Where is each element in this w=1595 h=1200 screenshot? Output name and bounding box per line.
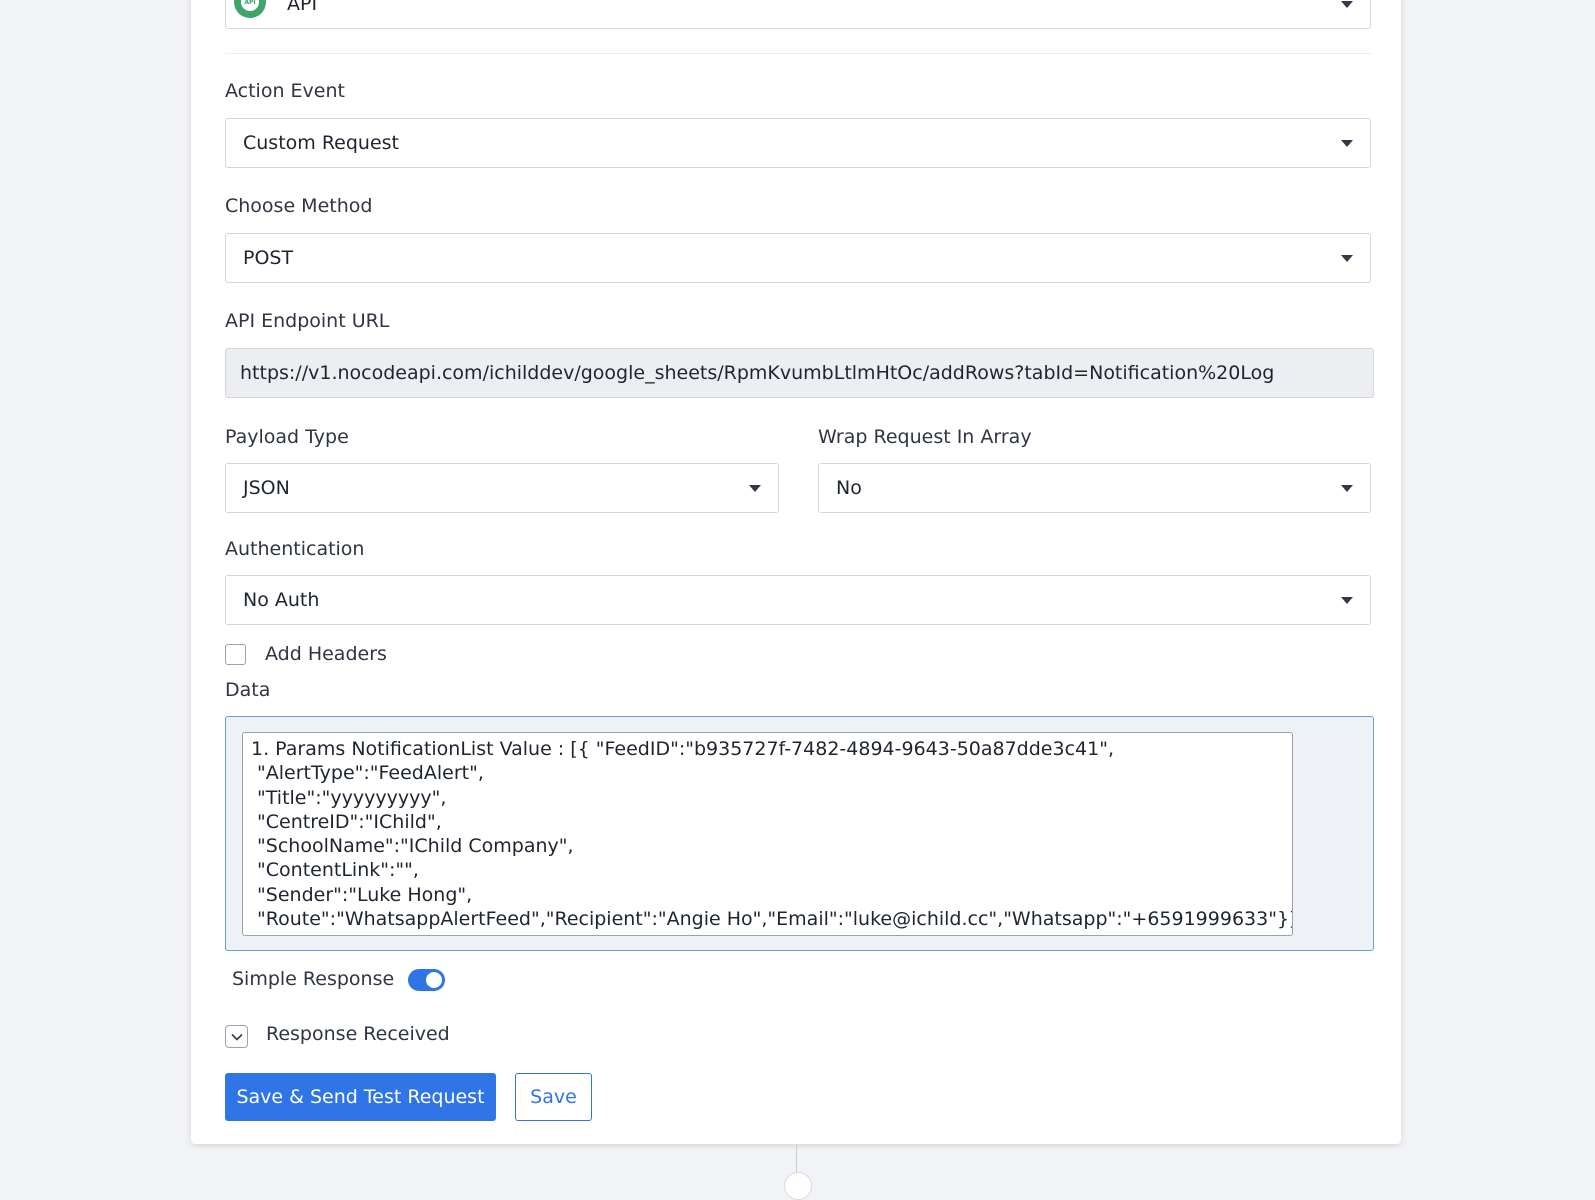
chevron-down-icon — [1341, 597, 1353, 604]
chevron-down-icon — [1341, 485, 1353, 492]
payload-type-select[interactable]: JSON — [225, 463, 779, 513]
add-headers-checkbox[interactable] — [225, 644, 246, 665]
action-event-label: Action Event — [225, 80, 345, 102]
data-line: "CentreID":"IChild", — [251, 810, 442, 833]
authentication-select[interactable]: No Auth — [225, 575, 1371, 625]
chevron-down-icon — [230, 1033, 243, 1041]
save-button[interactable]: Save — [515, 1073, 592, 1121]
simple-response-label: Simple Response — [232, 968, 395, 990]
response-received-expand[interactable] — [225, 1025, 248, 1048]
chevron-down-icon — [1341, 255, 1353, 262]
data-line: 1. Params NotificationList Value : [{ "F… — [251, 738, 1114, 760]
endpoint-url-label: API Endpoint URL — [225, 310, 390, 332]
data-textarea[interactable]: 1. Params NotificationList Value : [{ "F… — [242, 732, 1293, 936]
data-line: "Sender":"Luke Hong", — [251, 883, 473, 906]
toggle-knob — [426, 972, 442, 988]
data-line: "Title":"yyyyyyyyy", — [251, 786, 447, 809]
simple-response-toggle[interactable] — [408, 969, 445, 991]
wrap-request-select[interactable]: No — [818, 463, 1371, 513]
response-received-label[interactable]: Response Received — [266, 1023, 450, 1045]
choose-method-label: Choose Method — [225, 195, 373, 217]
payload-type-value: JSON — [243, 477, 290, 499]
data-line: "AlertType":"FeedAlert", — [251, 762, 484, 785]
method-value: POST — [243, 247, 294, 269]
data-line: "Route":"WhatsappAlertFeed","Recipient":… — [251, 908, 1293, 931]
action-event-select[interactable]: Custom Request — [225, 118, 1371, 168]
method-select[interactable]: POST — [225, 233, 1371, 283]
wrap-request-value: No — [836, 477, 862, 499]
chevron-down-icon — [1341, 140, 1353, 147]
payload-type-label: Payload Type — [225, 426, 349, 448]
save-send-test-button[interactable]: Save & Send Test Request — [225, 1073, 496, 1121]
chevron-down-icon — [1341, 1, 1353, 8]
authentication-value: No Auth — [243, 589, 320, 611]
data-label: Data — [225, 679, 271, 701]
data-line: "SchoolName":"IChild Company", — [251, 835, 574, 858]
add-headers-label[interactable]: Add Headers — [265, 643, 387, 665]
authentication-label: Authentication — [225, 538, 365, 560]
wrap-request-label: Wrap Request In Array — [818, 426, 1032, 448]
add-step-node[interactable] — [784, 1172, 812, 1200]
app-select[interactable]: API — [225, 0, 1371, 29]
endpoint-url-input[interactable]: https://v1.nocodeapi.com/ichilddev/googl… — [225, 348, 1374, 398]
section-divider — [225, 53, 1371, 54]
action-event-value: Custom Request — [243, 132, 400, 154]
data-line: "ContentLink":"", — [251, 859, 419, 882]
chevron-down-icon — [749, 485, 761, 492]
